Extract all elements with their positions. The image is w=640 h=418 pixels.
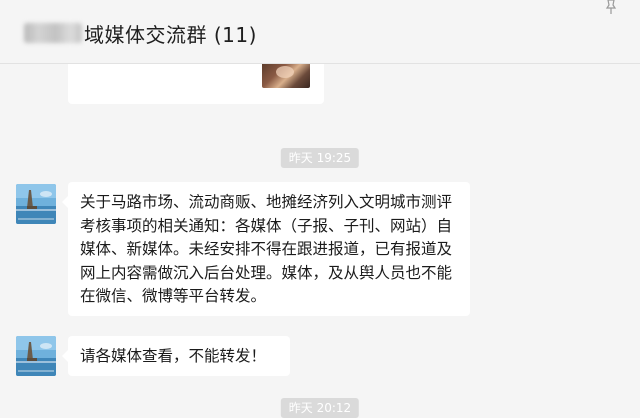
message-bubble[interactable]: 请各媒体查看，不能转发！ — [62, 336, 290, 376]
avatar[interactable] — [16, 184, 56, 224]
image-message-bubble[interactable] — [68, 64, 324, 104]
chat-title-text: 域媒体交流群 (11) — [84, 22, 257, 47]
timestamp: 昨天 19:25 — [280, 148, 360, 168]
pin-icon[interactable] — [604, 0, 618, 14]
chat-title[interactable]: 域媒体交流群 (11) — [24, 19, 257, 47]
message-text: 关于马路市场、流动商贩、地摊经济列入文明城市测评考核事项的相关通知：各媒体（子报… — [80, 193, 453, 305]
timestamp: 昨天 20:12 — [280, 398, 360, 418]
message-bubble[interactable]: 关于马路市场、流动商贩、地摊经济列入文明城市测评考核事项的相关通知：各媒体（子报… — [62, 182, 470, 316]
chat-header: 域媒体交流群 (11) — [0, 0, 640, 64]
message-list[interactable]: 昨天 19:25 关于马路市场、流动商贩、地摊经济列入文明城市测评考核事项的相关… — [0, 64, 640, 418]
message-text: 请各媒体查看，不能转发！ — [80, 347, 267, 365]
avatar[interactable] — [16, 336, 56, 376]
image-thumbnail[interactable] — [262, 64, 310, 88]
blurred-title-prefix — [24, 23, 82, 43]
